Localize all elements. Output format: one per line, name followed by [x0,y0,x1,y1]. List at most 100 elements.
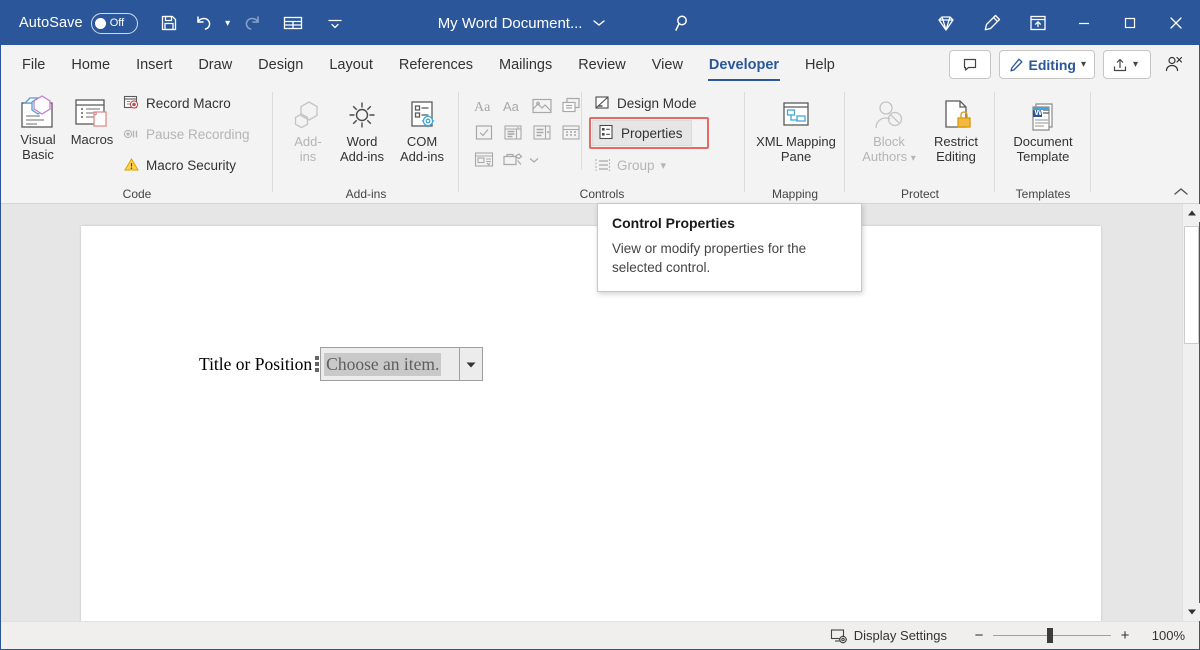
customize-quick-access-toolbar-icon[interactable] [318,6,352,40]
tab-design[interactable]: Design [245,45,316,84]
group-icon [594,157,611,174]
document-title-chevron-icon [592,18,606,28]
editing-mode-button[interactable]: Editing ▾ [999,50,1095,79]
ribbon-group-label-code: Code [1,187,273,201]
picture-content-control-icon[interactable] [527,92,556,119]
scrollbar-thumb[interactable] [1184,226,1199,344]
macros-label: Macros [71,132,114,147]
tab-developer-label: Developer [709,57,779,73]
display-settings-icon [830,628,848,644]
ribbon-group-templates: W Document Template Templates [995,84,1091,204]
visual-basic-button[interactable]: Visual Basic [9,87,67,162]
tab-developer[interactable]: Developer [696,45,792,84]
document-page[interactable]: Title or Position Choose an item. [81,226,1101,621]
legacy-tools-chevron-down-icon[interactable] [527,146,541,173]
comments-button[interactable] [949,50,991,79]
xml-mapping-pane-button[interactable]: XML Mapping Pane [755,89,837,164]
ribbon-group-label-templates: Templates [995,187,1091,201]
block-authors-label-line1: Block [873,134,905,149]
restrict-editing-button[interactable]: Restrict Editing [925,89,987,164]
zoom-out-button[interactable]: − [969,627,989,644]
plain-text-content-control-icon[interactable]: Aa [498,92,527,119]
pause-recording-button: Pause Recording [123,123,250,145]
design-mode-icon [594,95,611,112]
tab-insert-label: Insert [136,57,172,73]
tab-home[interactable]: Home [58,45,123,84]
ribbon-group-protect: Block Authors ▾ Restrict Editing [845,84,995,204]
content-control-handle-icon[interactable] [313,353,320,375]
zoom-slider[interactable] [993,629,1111,643]
design-mode-button[interactable]: Design Mode [594,92,697,114]
scroll-down-arrow-icon[interactable] [1183,603,1200,621]
scroll-up-arrow-icon[interactable] [1183,204,1200,222]
zoom-slider-thumb[interactable] [1047,628,1053,643]
com-addins-button[interactable]: COM Add-ins [391,89,453,164]
macro-security-button[interactable]: Macro Security [123,154,236,176]
title-bar: AutoSave Off ▾ [1,1,1199,45]
word-addins-label-line2: Add-ins [340,149,384,164]
pen-icon[interactable] [969,1,1015,45]
content-control-dropdown-arrow-button[interactable] [460,347,483,381]
xml-mapping-pane-label-line2: Pane [781,149,811,164]
check-box-content-control-icon[interactable] [469,119,498,146]
document-paragraph[interactable]: Title or Position Choose an item. [199,347,483,381]
record-macro-button[interactable]: Record Macro [123,92,231,114]
tab-file[interactable]: File [9,45,58,84]
minimize-button[interactable] [1061,1,1107,45]
undo-icon[interactable] [186,6,220,40]
xml-mapping-pane-label-line1: XML Mapping [756,134,836,149]
legacy-tools-icon[interactable] [498,146,527,173]
document-template-button[interactable]: W Document Template [1003,89,1083,164]
document-title[interactable]: My Word Document... [438,15,607,32]
restrict-editing-lock-icon [936,94,976,134]
zoom-percentage-label[interactable]: 100% [1149,628,1185,643]
table-icon[interactable] [276,6,310,40]
zoom-in-button[interactable]: + [1115,627,1135,644]
tab-layout[interactable]: Layout [316,45,386,84]
tab-references[interactable]: References [386,45,486,84]
tab-file-label: File [22,57,45,73]
collapse-ribbon-icon[interactable] [1173,185,1189,200]
ribbon-group-label-controls: Controls [459,187,745,201]
ribbon-group-controls: Aa Aa [459,84,745,204]
save-icon[interactable] [152,6,186,40]
maximize-button[interactable] [1107,1,1153,45]
rich-text-content-control-icon[interactable]: Aa [469,92,498,119]
copilot-diamond-icon[interactable] [923,1,969,45]
macros-button[interactable]: Macros [63,87,121,147]
drop-down-list-content-control-icon[interactable] [527,119,556,146]
tab-insert[interactable]: Insert [123,45,185,84]
share-button[interactable]: ▾ [1103,50,1151,79]
tab-draw[interactable]: Draw [185,45,245,84]
ribbon-display-options-icon[interactable] [1015,1,1061,45]
undo-dropdown-caret-icon[interactable]: ▾ [220,18,236,29]
tab-help[interactable]: Help [792,45,848,84]
tab-mailings[interactable]: Mailings [486,45,565,84]
tab-home-label: Home [71,57,110,73]
group-label: Group [617,158,655,173]
com-addins-label-line2: Add-ins [400,149,444,164]
autosave-toggle[interactable]: Off [91,13,138,34]
search-icon[interactable] [666,6,700,40]
repeating-section-content-control-icon[interactable] [469,146,498,173]
tab-mailings-label: Mailings [499,57,552,73]
autosave-control[interactable]: AutoSave Off [19,13,138,34]
tab-review[interactable]: Review [565,45,639,84]
dropdown-content-control[interactable]: Choose an item. [320,347,460,381]
pencil-icon [1008,57,1024,73]
ribbon-group-mapping: XML Mapping Pane Mapping [745,84,845,204]
block-authors-label-line2-text: Authors [862,149,907,164]
display-settings-button[interactable]: Display Settings [830,628,947,644]
combo-box-content-control-icon[interactable] [498,119,527,146]
document-template-icon: W [1023,94,1063,134]
add-people-icon[interactable] [1159,50,1189,79]
record-macro-icon [123,95,140,112]
vertical-scrollbar[interactable] [1182,204,1199,621]
close-button[interactable] [1153,1,1199,45]
word-addins-gear-icon [342,94,382,134]
tab-view[interactable]: View [639,45,696,84]
comment-bubble-icon [962,57,978,72]
group-button: Group ▾ [594,154,666,176]
word-addins-button[interactable]: Word Add-ins [331,89,393,164]
group-chevron-down-icon: ▾ [661,159,667,172]
